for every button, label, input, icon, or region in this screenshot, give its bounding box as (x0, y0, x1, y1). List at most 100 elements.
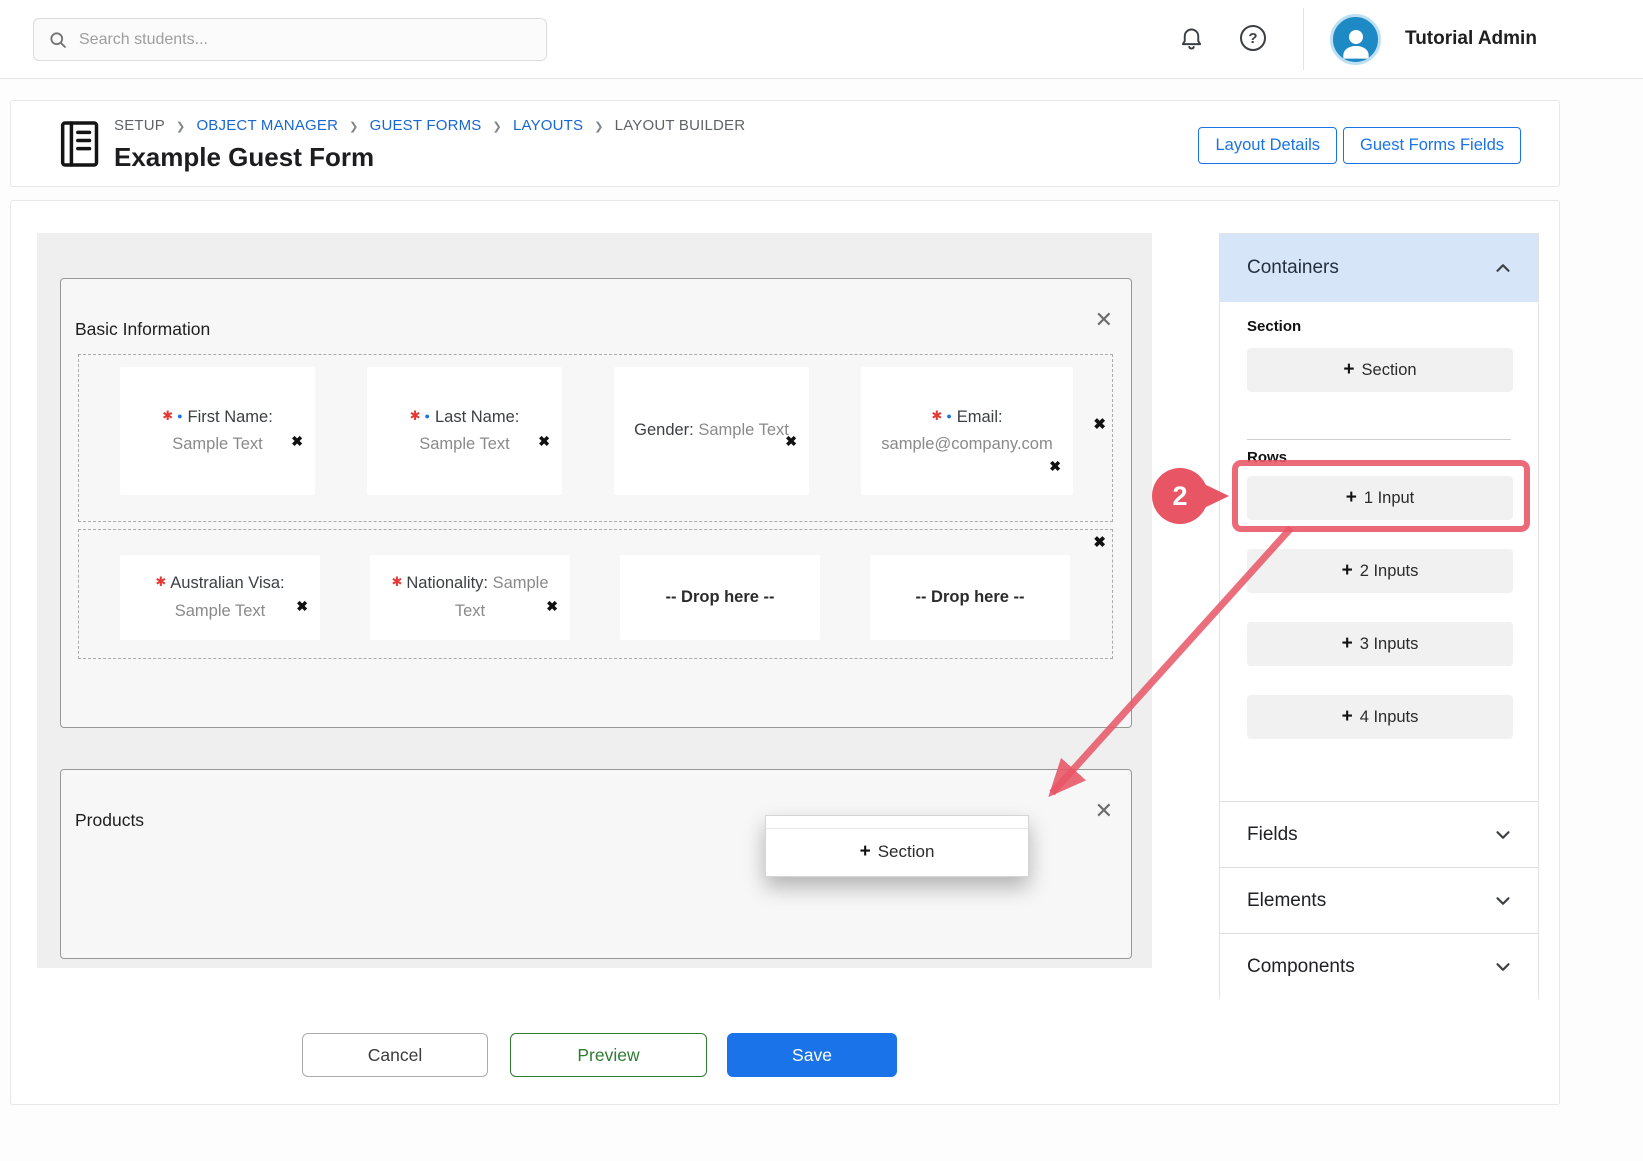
guest-forms-fields-button[interactable]: Guest Forms Fields (1343, 127, 1521, 164)
panel-fields-label: Fields (1247, 824, 1298, 846)
chevron-down-icon (1492, 956, 1514, 978)
field-value: Sample Text (419, 435, 510, 453)
drop-placeholder[interactable]: -- Drop here -- (620, 555, 820, 640)
field-value: sample@company.com (881, 435, 1052, 453)
breadcrumb: SETUP ❯ OBJECT MANAGER ❯ GUEST FORMS ❯ L… (114, 117, 745, 134)
field-label-line: ✱ ● Email: (931, 404, 1002, 431)
required-asterisk-icon: ✱ (155, 574, 166, 589)
user-menu[interactable]: Tutorial Admin (1330, 10, 1537, 68)
field-label-line: ✱●Last Name: (410, 404, 520, 431)
field-label-line: ✱ Australian Visa: (155, 570, 284, 597)
drag-ghost-label: Section (878, 842, 935, 862)
section-title: Products (75, 810, 144, 831)
sidebar-accordion: Fields Elements Components (1220, 801, 1538, 999)
panel-components-label: Components (1247, 956, 1355, 978)
help-icon: ? (1240, 25, 1266, 51)
breadcrumb-separator-icon: ❯ (349, 120, 358, 133)
field-row[interactable]: ✱●First Name: Sample Text ✖ ✱●Last Name:… (78, 354, 1113, 522)
field-card-nationality[interactable]: ✱Nationality: Sample Text ✖ (370, 555, 570, 640)
sidebar-divider (1247, 439, 1511, 440)
field-card-last-name[interactable]: ✱●Last Name: Sample Text ✖ (367, 367, 562, 495)
add-4-inputs-label: 4 Inputs (1360, 708, 1419, 727)
breadcrumb-separator-icon: ❯ (493, 120, 502, 133)
required-asterisk-icon: ✱ (931, 408, 942, 423)
remove-row-icon[interactable]: ✖ (1093, 417, 1106, 432)
field-label: Gender: (634, 421, 694, 439)
remove-field-icon[interactable]: ✖ (538, 434, 550, 448)
plus-icon: + (1342, 560, 1353, 582)
drag-ghost-section-button: + Section (766, 828, 1028, 876)
add-2-inputs-label: 2 Inputs (1360, 562, 1419, 581)
rows-group-label: Rows (1247, 449, 1511, 466)
drag-ghost-section: + Section (765, 815, 1029, 877)
plus-icon: + (1342, 633, 1353, 655)
save-button[interactable]: Save (727, 1033, 897, 1077)
remove-row-icon[interactable]: ✖ (1093, 535, 1106, 550)
panel-containers-header[interactable]: Containers (1220, 234, 1538, 302)
add-1-input-button[interactable]: + 1 Input (1247, 476, 1513, 520)
user-name: Tutorial Admin (1405, 28, 1537, 50)
remove-field-icon[interactable]: ✖ (296, 599, 308, 613)
breadcrumb-separator-icon: ❯ (594, 120, 603, 133)
topbar-divider (1303, 8, 1304, 70)
remove-field-icon[interactable]: ✖ (785, 434, 797, 448)
field-value-line: sample@company.com (881, 431, 1052, 458)
field-dot-icon: ● (946, 411, 951, 421)
field-label: Email: (957, 408, 1003, 426)
panel-elements-header[interactable]: Elements (1220, 867, 1538, 933)
add-4-inputs-button[interactable]: + 4 Inputs (1247, 695, 1513, 739)
help-button[interactable]: ? (1238, 23, 1268, 53)
plus-icon: + (1346, 487, 1357, 509)
plus-icon: + (860, 841, 871, 863)
breadcrumb-item-setup: SETUP (114, 117, 165, 134)
add-3-inputs-button[interactable]: + 3 Inputs (1247, 622, 1513, 666)
cancel-button[interactable]: Cancel (302, 1033, 488, 1077)
field-label: Nationality: (406, 574, 488, 592)
panel-components-header[interactable]: Components (1220, 933, 1538, 999)
breadcrumb-item-layouts[interactable]: LAYOUTS (513, 117, 583, 134)
field-card-gender[interactable]: Gender: Sample Text ✖ (614, 367, 809, 495)
field-label: Australian Visa: (170, 574, 284, 592)
field-dot-icon: ● (425, 411, 430, 421)
section-basic-information: Basic Information ✕ ✱●First Name: Sample… (60, 278, 1132, 728)
search-input[interactable] (79, 31, 532, 49)
preview-button[interactable]: Preview (510, 1033, 707, 1077)
section-close-icon[interactable]: ✕ (1095, 800, 1113, 822)
section-group-label: Section (1247, 318, 1511, 335)
remove-field-icon[interactable]: ✖ (291, 434, 303, 448)
drop-here-label: -- Drop here -- (665, 584, 774, 611)
breadcrumb-item-object-manager[interactable]: OBJECT MANAGER (196, 117, 338, 134)
field-label: First Name: (188, 408, 273, 426)
breadcrumb-item-guest-forms[interactable]: GUEST FORMS (370, 117, 482, 134)
required-asterisk-icon: ✱ (391, 574, 402, 589)
field-card-australian-visa[interactable]: ✱ Australian Visa: Sample Text ✖ (120, 555, 320, 640)
section-title: Basic Information (75, 319, 210, 340)
field-row[interactable]: ✱ Australian Visa: Sample Text ✖ ✱ Nationa… (78, 529, 1113, 659)
add-2-inputs-button[interactable]: + 2 Inputs (1247, 549, 1513, 593)
add-section-label: Section (1362, 361, 1417, 380)
required-asterisk-icon: ✱ (162, 408, 173, 423)
panel-containers-label: Containers (1247, 257, 1339, 279)
drop-placeholder[interactable]: -- Drop here -- (870, 555, 1070, 640)
panel-elements-label: Elements (1247, 890, 1326, 912)
add-1-input-label: 1 Input (1364, 489, 1414, 508)
breadcrumb-item-layout-builder: LAYOUT BUILDER (615, 117, 746, 134)
plus-icon: + (1342, 706, 1353, 728)
field-label: Last Name: (435, 408, 519, 426)
remove-field-icon[interactable]: ✖ (1049, 459, 1061, 473)
field-card-first-name[interactable]: ✱●First Name: Sample Text ✖ (120, 367, 315, 495)
avatar (1330, 14, 1381, 65)
field-value: Sample Text (175, 602, 266, 620)
remove-field-icon[interactable]: ✖ (546, 599, 558, 613)
form-icon (51, 116, 107, 172)
add-section-button[interactable]: + Section (1247, 348, 1513, 392)
field-card-email[interactable]: ✱ ● Email: sample@company.com ✖ (861, 367, 1073, 495)
panel-fields-header[interactable]: Fields (1220, 801, 1538, 867)
notifications-button[interactable] (1176, 23, 1206, 53)
section-close-icon[interactable]: ✕ (1095, 309, 1113, 331)
layout-details-button[interactable]: Layout Details (1198, 127, 1337, 164)
layout-builder-page: ? Tutorial Admin SETUP ❯ OBJECT MANAGER (0, 0, 1643, 1161)
field-label-line: ✱●First Name: (162, 404, 273, 431)
chevron-down-icon (1492, 890, 1514, 912)
topbar: ? Tutorial Admin (0, 0, 1643, 79)
